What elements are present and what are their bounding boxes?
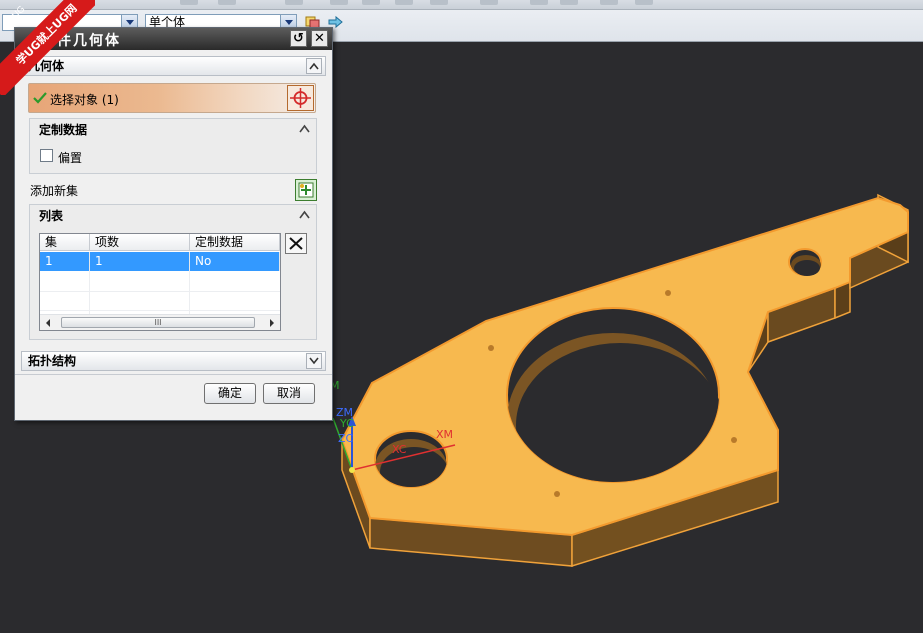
set-list-table[interactable]: 集 项数 定制数据 1 1 No III (39, 233, 281, 331)
axis-label-xm: XM (436, 428, 453, 441)
close-button[interactable]: ✕ (311, 30, 328, 47)
chevron-up-icon[interactable] (299, 124, 310, 133)
footer-divider (15, 374, 332, 375)
column-header-set[interactable]: 集 (40, 234, 90, 251)
custom-data-label: 定制数据 (39, 123, 88, 137)
column-divider (189, 271, 190, 315)
cell-set: 1 (40, 252, 90, 271)
cell-item-count: 1 (90, 252, 190, 271)
row-divider (40, 310, 280, 311)
pin-hole-marker (488, 345, 494, 351)
scroll-left-icon[interactable] (46, 319, 50, 327)
offset-checkbox[interactable] (40, 149, 53, 162)
small-hole-right (788, 248, 822, 276)
topology-group-label: 拓扑结构 (28, 354, 77, 368)
axis-label-xc: XC (392, 443, 407, 456)
chevron-down-icon[interactable] (306, 353, 322, 369)
chevron-up-icon[interactable] (299, 210, 310, 219)
reset-button[interactable]: ↺ (290, 30, 307, 47)
ok-button[interactable]: 确定 (204, 383, 256, 404)
horizontal-scrollbar[interactable]: III (40, 314, 280, 330)
origin-marker (349, 467, 355, 473)
column-divider (89, 271, 90, 315)
watermark-logo-text: 9SUG (2, 4, 28, 30)
select-object-button[interactable] (287, 85, 314, 111)
list-label: 列表 (39, 209, 64, 223)
scroll-right-icon[interactable] (270, 319, 274, 327)
column-header-custom-data[interactable]: 定制数据 (190, 234, 280, 251)
offset-label: 偏置 (58, 151, 83, 165)
crosshair-icon (290, 88, 311, 108)
column-header-item-count[interactable]: 项数 (90, 234, 190, 251)
list-header[interactable]: 列表 (30, 205, 316, 227)
chevron-up-icon[interactable] (306, 58, 322, 74)
remove-set-button[interactable] (285, 233, 307, 254)
pin-hole-marker (665, 290, 671, 296)
cancel-button[interactable]: 取消 (263, 383, 315, 404)
axis-label-yc: YC (339, 417, 354, 430)
topology-group-header[interactable]: 拓扑结构 (21, 351, 326, 371)
scroll-thumb[interactable]: III (61, 317, 255, 328)
axis-label-zc: ZC (338, 432, 354, 445)
row-divider (40, 291, 280, 292)
custom-data-header[interactable]: 定制数据 (30, 119, 316, 141)
pin-hole-marker (731, 437, 737, 443)
pin-hole-marker (554, 491, 560, 497)
add-new-set-label: 添加新集 (30, 184, 79, 198)
cell-custom-data: No (190, 252, 280, 271)
add-new-set-button[interactable] (295, 179, 317, 201)
site-watermark: 学UG就上UG网 9SUG (0, 0, 95, 95)
add-set-icon (298, 182, 314, 198)
delete-x-icon (289, 237, 303, 250)
